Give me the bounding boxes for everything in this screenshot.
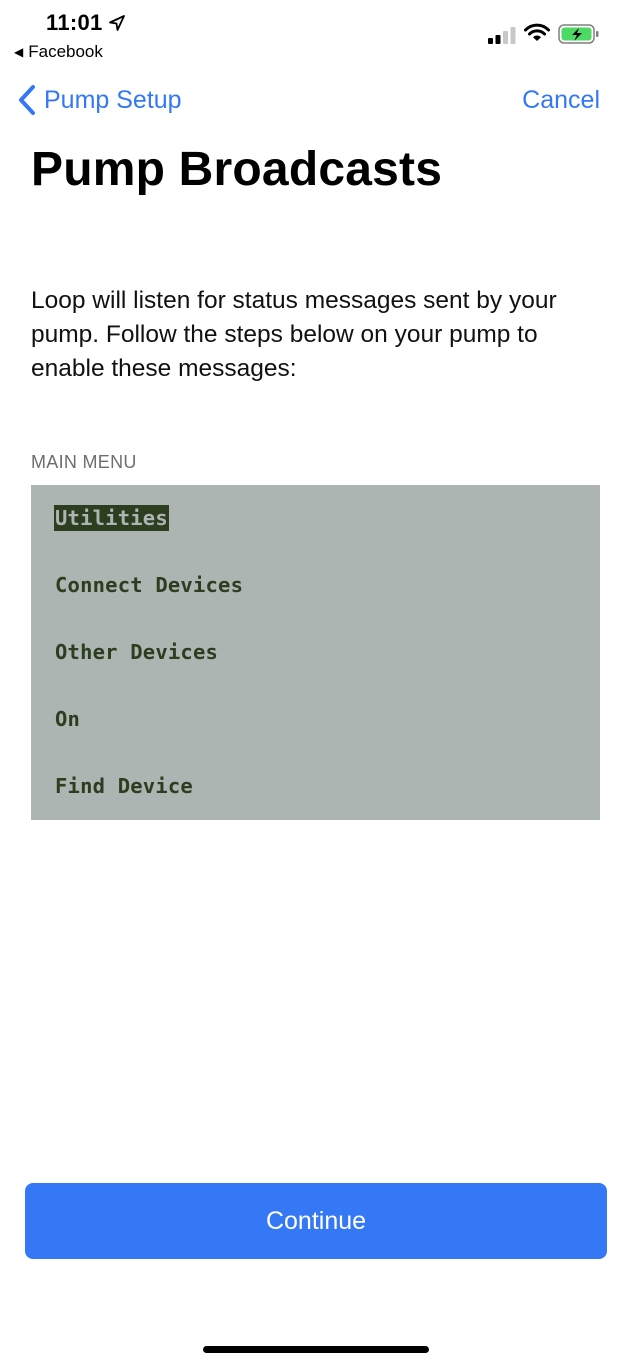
- status-bar: 11:01 ◀ Facebook: [0, 0, 631, 66]
- back-button[interactable]: Pump Setup: [16, 84, 182, 116]
- chevron-left-icon: [19, 85, 35, 115]
- instructions-text: Loop will listen for status messages sen…: [31, 287, 557, 382]
- menu-item-other-devices: Other Devices: [55, 640, 219, 664]
- home-indicator[interactable]: [203, 1346, 429, 1353]
- status-time: 11:01: [46, 10, 103, 35]
- battery-charging-icon: [558, 24, 599, 44]
- back-triangle-icon: ◀: [14, 45, 24, 59]
- wifi-icon: [524, 23, 550, 41]
- back-app-label: Facebook: [28, 42, 103, 61]
- menu-section-header: MAIN MENU: [31, 452, 137, 472]
- back-button-label: Pump Setup: [44, 85, 182, 114]
- menu-item-on: On: [55, 707, 81, 731]
- menu-item-connect-devices: Connect Devices: [55, 573, 244, 597]
- page-title: Pump Broadcasts: [31, 143, 443, 196]
- location-arrow-icon: [109, 15, 125, 31]
- menu-item-find-device: Find Device: [55, 774, 193, 798]
- cellular-signal-icon: [488, 27, 516, 44]
- pump-menu-display: Utilities Connect Devices Other Devices …: [31, 485, 600, 820]
- back-to-app-link[interactable]: ◀ Facebook: [14, 42, 103, 62]
- menu-item-utilities: Utilities: [54, 505, 169, 531]
- continue-button[interactable]: Continue: [25, 1183, 607, 1259]
- cancel-button[interactable]: Cancel: [522, 86, 600, 115]
